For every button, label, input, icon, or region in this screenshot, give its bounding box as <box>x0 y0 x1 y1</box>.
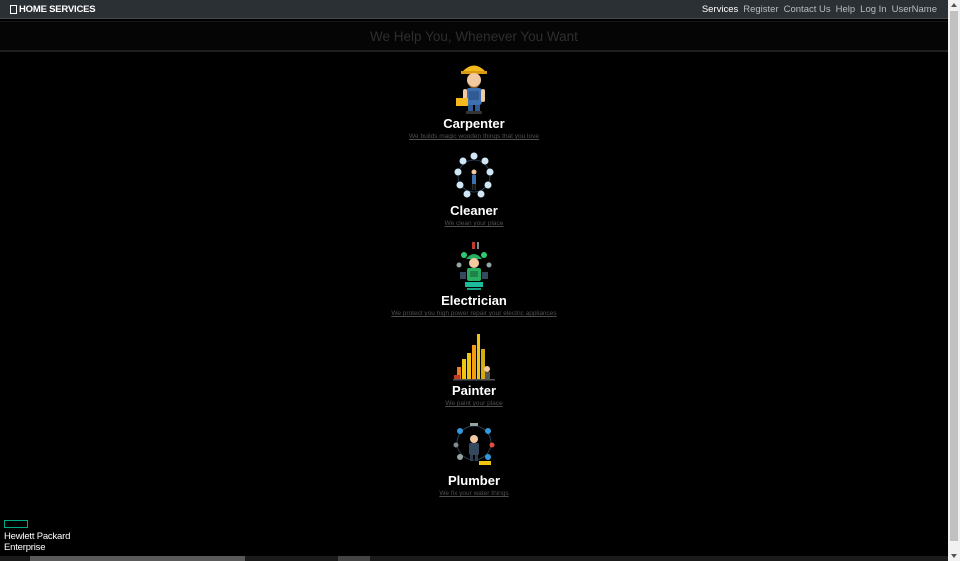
service-painter: Painter We paint your place <box>0 331 948 407</box>
service-description-link[interactable]: We paint your place <box>0 400 948 407</box>
service-carpenter: Carpenter We builds magic wooden things … <box>0 60 948 140</box>
service-title: Cleaner <box>450 203 498 218</box>
horizontal-scroll-thumb[interactable] <box>30 556 245 561</box>
nav-link-register[interactable]: Register <box>743 4 778 15</box>
vertical-scrollbar[interactable] <box>948 0 960 561</box>
hpe-logo: Hewlett Packard Enterprise <box>4 520 70 553</box>
plumber-icon <box>453 423 495 465</box>
service-description-link[interactable]: We clean your place <box>0 220 948 227</box>
horizontal-scroll-segment <box>338 556 370 561</box>
hero-title: We Help You, Whenever You Want <box>370 28 578 44</box>
hero-banner: We Help You, Whenever You Want <box>0 21 948 52</box>
top-navbar: HOME SERVICES Services Register Contact … <box>0 0 948 19</box>
hpe-logo-line2: Enterprise <box>4 542 46 553</box>
nav-link-log-in[interactable]: Log In <box>860 4 886 15</box>
nav-link-help[interactable]: Help <box>836 4 856 15</box>
brand-icon <box>10 4 17 14</box>
service-description-link[interactable]: We builds magic wooden things that you l… <box>0 133 948 140</box>
service-description-link[interactable]: We protect you high power repair your el… <box>0 310 948 317</box>
hpe-logo-rectangle <box>4 520 28 528</box>
horizontal-scrollbar[interactable] <box>0 556 948 561</box>
nav-link-contact-us[interactable]: Contact Us <box>784 4 831 15</box>
electrician-icon <box>456 242 492 290</box>
hpe-logo-line1: Hewlett Packard <box>4 531 71 542</box>
cleaner-icon <box>454 152 494 198</box>
service-electrician: Electrician We protect you high power re… <box>0 241 948 317</box>
service-plumber: Plumber We fix your water things <box>0 421 948 497</box>
carpenter-icon <box>456 65 487 114</box>
nav-link-username[interactable]: UserName <box>892 4 937 15</box>
service-description-link[interactable]: We fix your water things <box>0 490 948 497</box>
brand[interactable]: HOME SERVICES <box>10 3 96 15</box>
nav-link-services[interactable]: Services <box>702 4 738 15</box>
scroll-down-icon[interactable] <box>951 554 957 558</box>
brand-label: HOME SERVICES <box>19 3 96 15</box>
nav-links: Services Register Contact Us Help Log In… <box>697 4 937 15</box>
scroll-up-icon[interactable] <box>951 3 957 7</box>
painter-icon <box>453 334 495 381</box>
vertical-scroll-thumb[interactable] <box>950 11 958 541</box>
service-title: Electrician <box>441 293 507 308</box>
service-title: Carpenter <box>443 116 505 131</box>
service-cleaner: Cleaner We clean your place <box>0 151 948 227</box>
service-title: Plumber <box>447 473 500 488</box>
service-title: Painter <box>451 383 497 398</box>
